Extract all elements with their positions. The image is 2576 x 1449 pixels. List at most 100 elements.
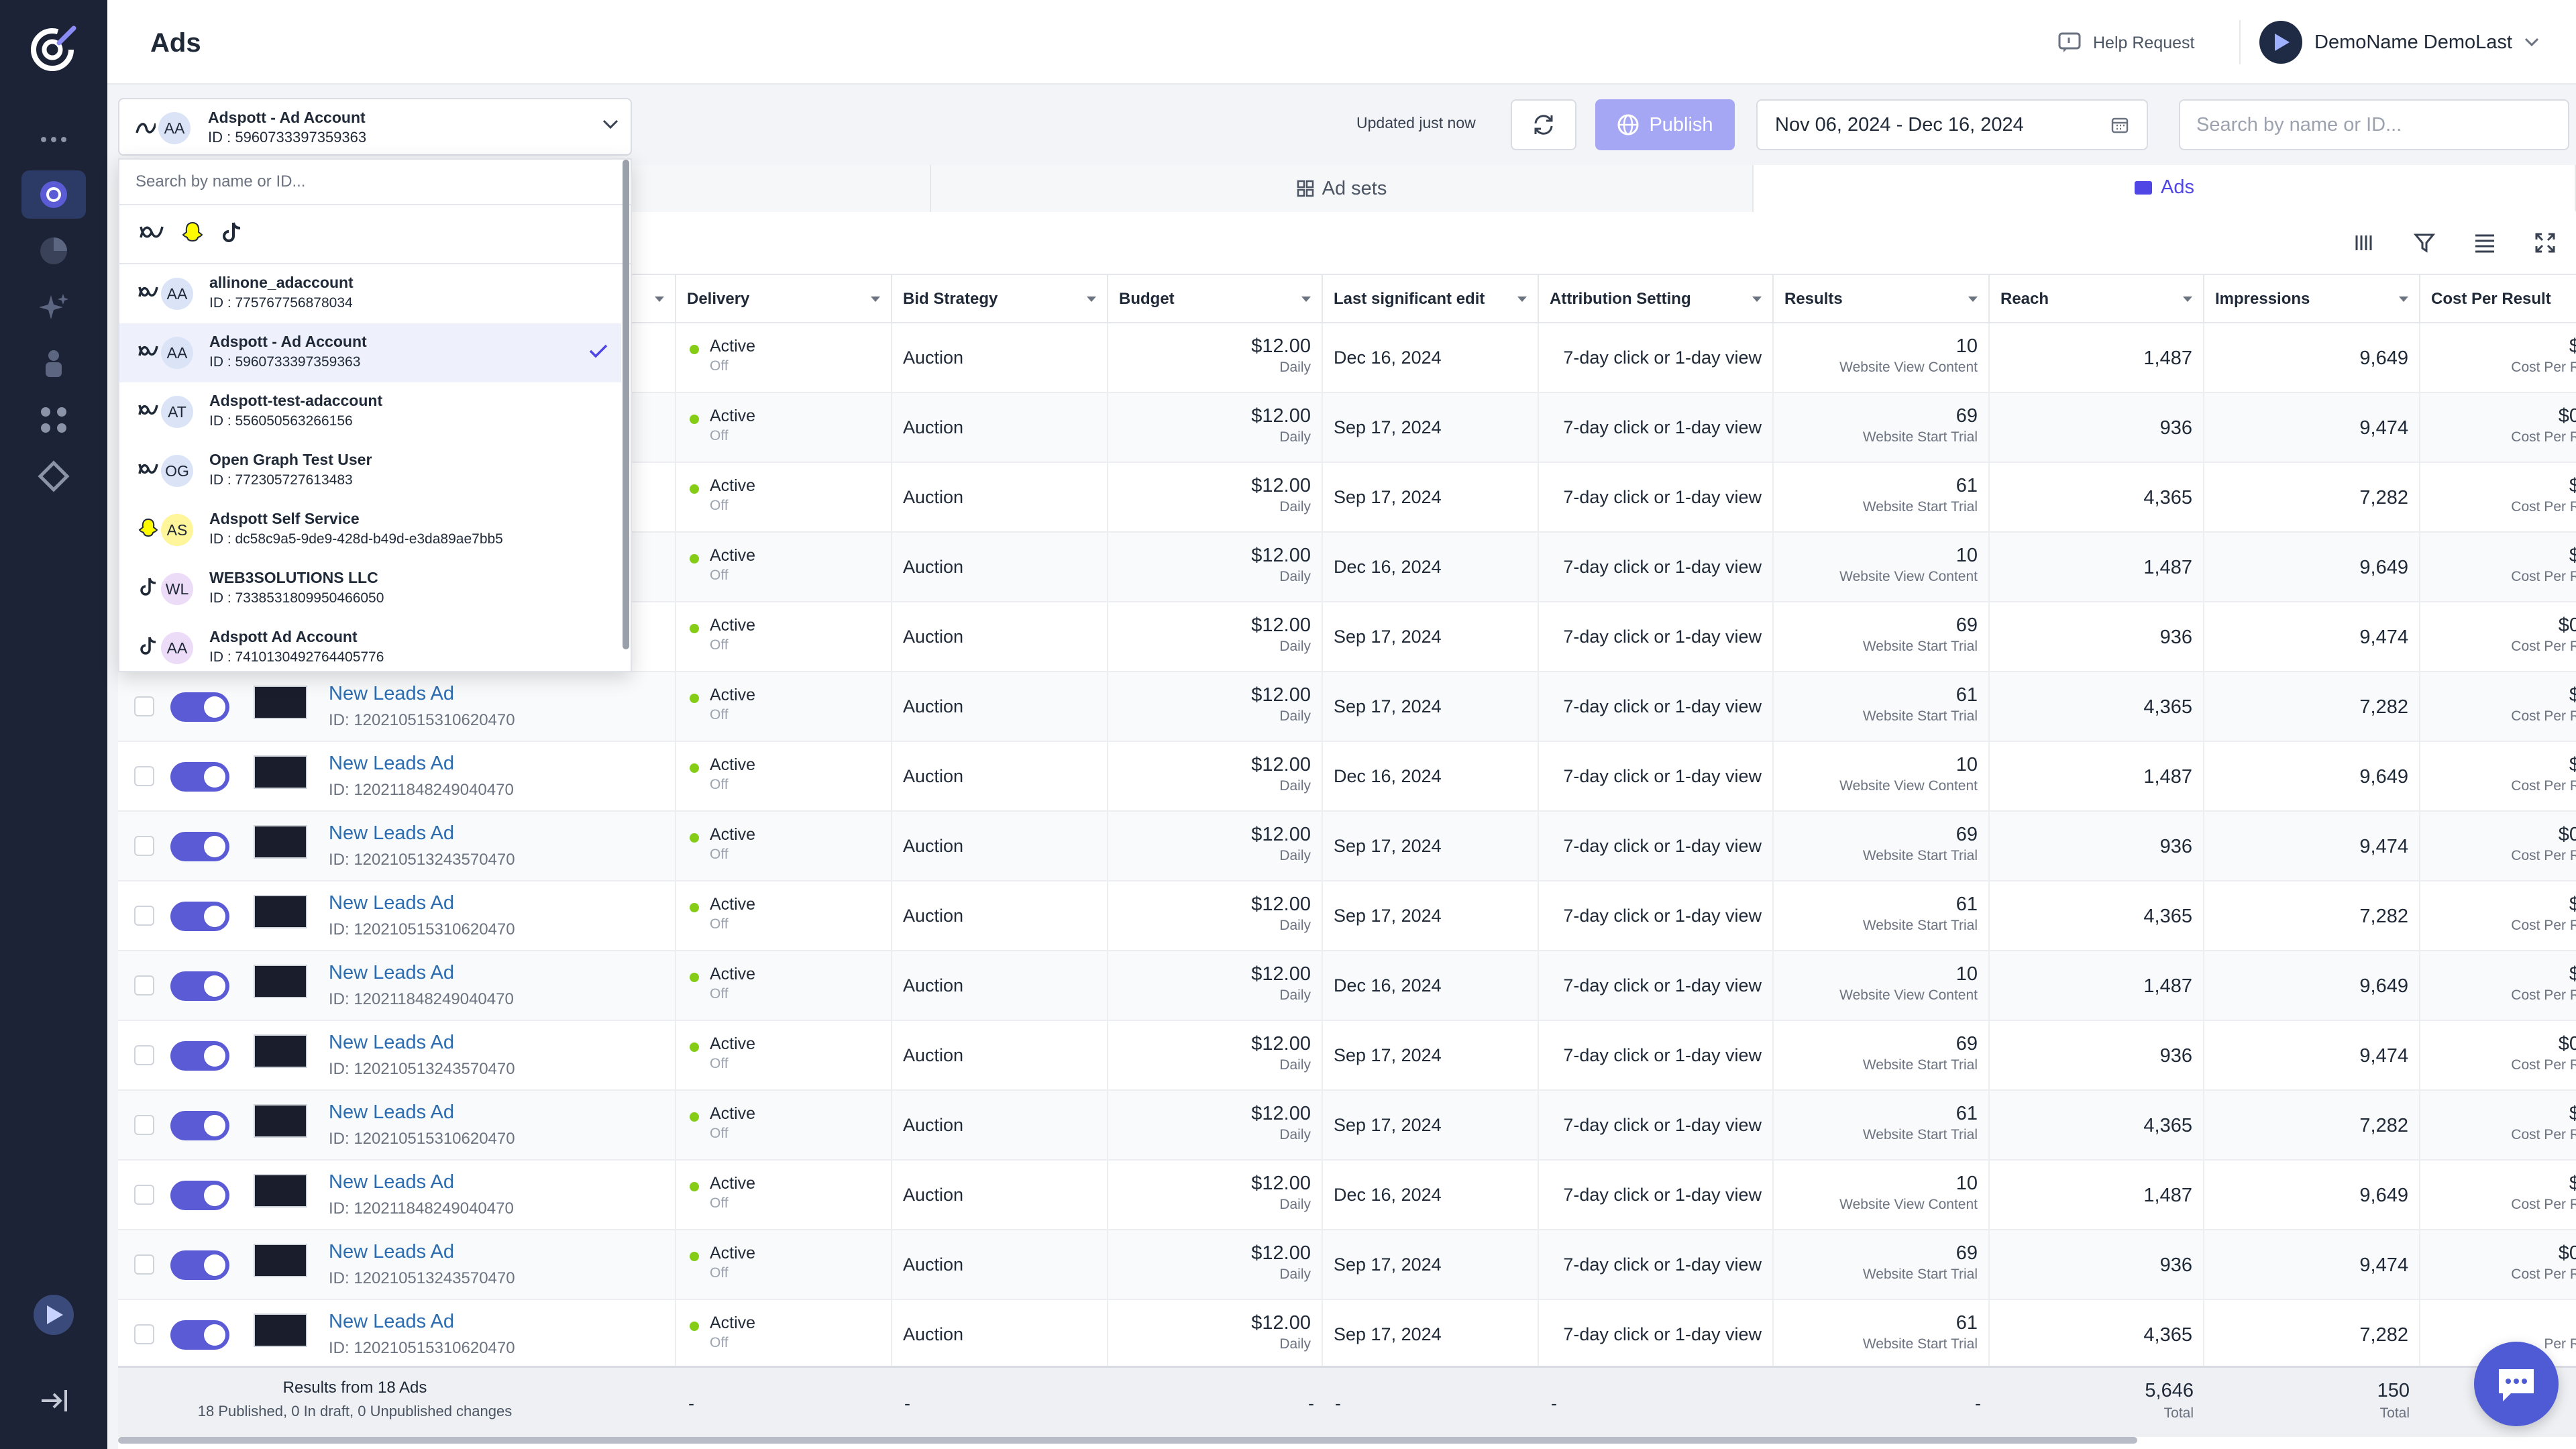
- dropdown-scrollbar[interactable]: [623, 160, 629, 649]
- account-option-id: ID : 556050563266156: [209, 413, 353, 429]
- tab-ad-sets[interactable]: Ad sets: [931, 165, 1754, 212]
- row-checkbox[interactable]: [134, 836, 154, 856]
- header-cell-last-edit[interactable]: Last significant edit: [1323, 275, 1539, 323]
- account-option[interactable]: AA Adspott - Ad Account ID : 5960733397359…: [119, 323, 621, 382]
- row-checkbox[interactable]: [134, 975, 154, 996]
- budget-cell: $12.00 Daily: [1108, 1091, 1323, 1159]
- table-row[interactable]: New Leads Ad ID: 120211848249040470 Active…: [118, 1161, 2576, 1230]
- budget-period: Daily: [1279, 848, 1311, 863]
- brand-avatar-icon[interactable]: [21, 1291, 86, 1339]
- row-checkbox[interactable]: [134, 1324, 154, 1344]
- ad-name-link[interactable]: New Leads Ad: [329, 1171, 454, 1193]
- table-row[interactable]: New Leads Ad ID: 120210515310620470 Active…: [118, 1091, 2576, 1161]
- account-option-id: ID : 7410130492764405776: [209, 649, 384, 665]
- row-checkbox[interactable]: [134, 906, 154, 926]
- row-checkbox[interactable]: [134, 766, 154, 786]
- bid-strategy-cell: Auction: [892, 672, 1108, 741]
- header-cell-cost-per-result[interactable]: Cost Per Result: [2420, 275, 2576, 323]
- table-row[interactable]: New Leads Ad ID: 120210513243570470 Active…: [118, 1021, 2576, 1091]
- account-option[interactable]: AA Adspott Ad Account ID : 741013049276440…: [119, 619, 621, 671]
- status-toggle[interactable]: [170, 1320, 229, 1350]
- account-option[interactable]: AS Adspott Self Service ID : dc58c9a5-9de9…: [119, 500, 621, 559]
- ad-name-link[interactable]: New Leads Ad: [329, 1311, 454, 1333]
- header-cell-delivery[interactable]: Delivery: [676, 275, 892, 323]
- refresh-button[interactable]: [1511, 99, 1576, 150]
- collapse-sidebar-icon[interactable]: [21, 1377, 86, 1425]
- audience-icon[interactable]: [21, 339, 86, 388]
- header-cell-attribution[interactable]: Attribution Setting: [1539, 275, 1774, 323]
- table-row[interactable]: New Leads Ad ID: 120211848249040470 Active…: [118, 742, 2576, 812]
- ad-name-link[interactable]: New Leads Ad: [329, 962, 454, 984]
- row-checkbox[interactable]: [134, 1115, 154, 1135]
- sparkle-icon[interactable]: [21, 283, 86, 331]
- row-checkbox[interactable]: [134, 1254, 154, 1275]
- table-row[interactable]: New Leads Ad ID: 120211848249040470 Active…: [118, 951, 2576, 1021]
- header-cell-results[interactable]: Results: [1774, 275, 1990, 323]
- snapchat-icon[interactable]: [181, 221, 204, 248]
- row-checkbox[interactable]: [134, 1045, 154, 1065]
- row-checkbox[interactable]: [134, 696, 154, 716]
- bid-strategy: Auction: [903, 1115, 964, 1135]
- status-toggle[interactable]: [170, 762, 229, 792]
- columns-icon[interactable]: [2348, 227, 2380, 259]
- table-row[interactable]: New Leads Ad ID: 120210513243570470 Active…: [118, 1230, 2576, 1300]
- ad-name-link[interactable]: New Leads Ad: [329, 1102, 454, 1124]
- table-row[interactable]: New Leads Ad ID: 120210515310620470 Active…: [118, 1300, 2576, 1370]
- account-option[interactable]: AA allinone_adaccount ID : 775767756878034: [119, 264, 621, 323]
- app-logo-icon[interactable]: [28, 21, 80, 74]
- account-option[interactable]: AT Adspott-test-adaccount ID : 55605056326…: [119, 382, 621, 441]
- header-cell-bid-strategy[interactable]: Bid Strategy: [892, 275, 1108, 323]
- status-toggle[interactable]: [170, 692, 229, 722]
- cost-per-result-cell: $0 Cost Per R: [2420, 1021, 2576, 1089]
- publish-button[interactable]: Publish: [1595, 99, 1735, 150]
- help-request-button[interactable]: Help Request: [2058, 25, 2194, 60]
- ad-name-link[interactable]: New Leads Ad: [329, 1241, 454, 1263]
- date-range-picker[interactable]: Nov 06, 2024 - Dec 16, 2024: [1756, 99, 2148, 150]
- account-search-input[interactable]: [119, 160, 631, 205]
- account-id: ID : 5960733397359363: [208, 129, 367, 146]
- density-icon[interactable]: [2469, 227, 2501, 259]
- tiktok-icon[interactable]: [221, 221, 241, 248]
- ad-name-link[interactable]: New Leads Ad: [329, 892, 454, 914]
- status-toggle[interactable]: [170, 1181, 229, 1210]
- analytics-icon[interactable]: [21, 227, 86, 275]
- search-input[interactable]: [2179, 99, 2569, 150]
- fullscreen-icon[interactable]: [2529, 227, 2561, 259]
- reach-cell: 1,487: [1990, 323, 2204, 392]
- meta-icon[interactable]: [140, 224, 164, 245]
- header-cell-reach[interactable]: Reach: [1990, 275, 2204, 323]
- integrations-icon[interactable]: [21, 396, 86, 444]
- ad-name-link[interactable]: New Leads Ad: [329, 1032, 454, 1054]
- table-row[interactable]: New Leads Ad ID: 120210513243570470 Active…: [118, 812, 2576, 881]
- filter-icon[interactable]: [2408, 227, 2440, 259]
- horizontal-scrollbar[interactable]: [118, 1437, 2137, 1444]
- ad-name-link[interactable]: New Leads Ad: [329, 753, 454, 775]
- ad-name-link[interactable]: New Leads Ad: [329, 822, 454, 845]
- ads-nav-icon[interactable]: [21, 170, 86, 219]
- ad-name-link[interactable]: New Leads Ad: [329, 683, 454, 705]
- reach-value: 4,365: [2143, 906, 2192, 927]
- status-toggle[interactable]: [170, 832, 229, 861]
- table-row[interactable]: New Leads Ad ID: 120210515310620470 Active…: [118, 881, 2576, 951]
- tab-ads[interactable]: Ads: [1754, 165, 2576, 212]
- cost-per-result-cell: $ Cost Per R: [2420, 672, 2576, 741]
- account-selector[interactable]: AA Adspott - Ad Account ID : 59607333973…: [118, 98, 632, 156]
- status-toggle[interactable]: [170, 1250, 229, 1280]
- account-option-id: ID : 775767756878034: [209, 295, 353, 311]
- header-cell-impressions[interactable]: Impressions: [2204, 275, 2420, 323]
- tiktok-icon: [138, 577, 158, 597]
- status-toggle[interactable]: [170, 1041, 229, 1071]
- bid-strategy-cell: Auction: [892, 1161, 1108, 1229]
- workflow-icon[interactable]: [21, 452, 86, 500]
- account-option[interactable]: OG Open Graph Test User ID : 7723057276134…: [119, 441, 621, 500]
- status-toggle[interactable]: [170, 902, 229, 931]
- more-icon[interactable]: [21, 115, 86, 164]
- row-checkbox[interactable]: [134, 1185, 154, 1205]
- account-option[interactable]: WL WEB3SOLUTIONS LLC ID : 7338531809950466…: [119, 559, 621, 619]
- table-row[interactable]: New Leads Ad ID: 120210515310620470 Active…: [118, 672, 2576, 742]
- chat-support-button[interactable]: [2474, 1342, 2559, 1426]
- status-toggle[interactable]: [170, 971, 229, 1001]
- header-cell-budget[interactable]: Budget: [1108, 275, 1323, 323]
- status-toggle[interactable]: [170, 1111, 229, 1140]
- user-menu[interactable]: DemoName DemoLast: [2259, 20, 2539, 64]
